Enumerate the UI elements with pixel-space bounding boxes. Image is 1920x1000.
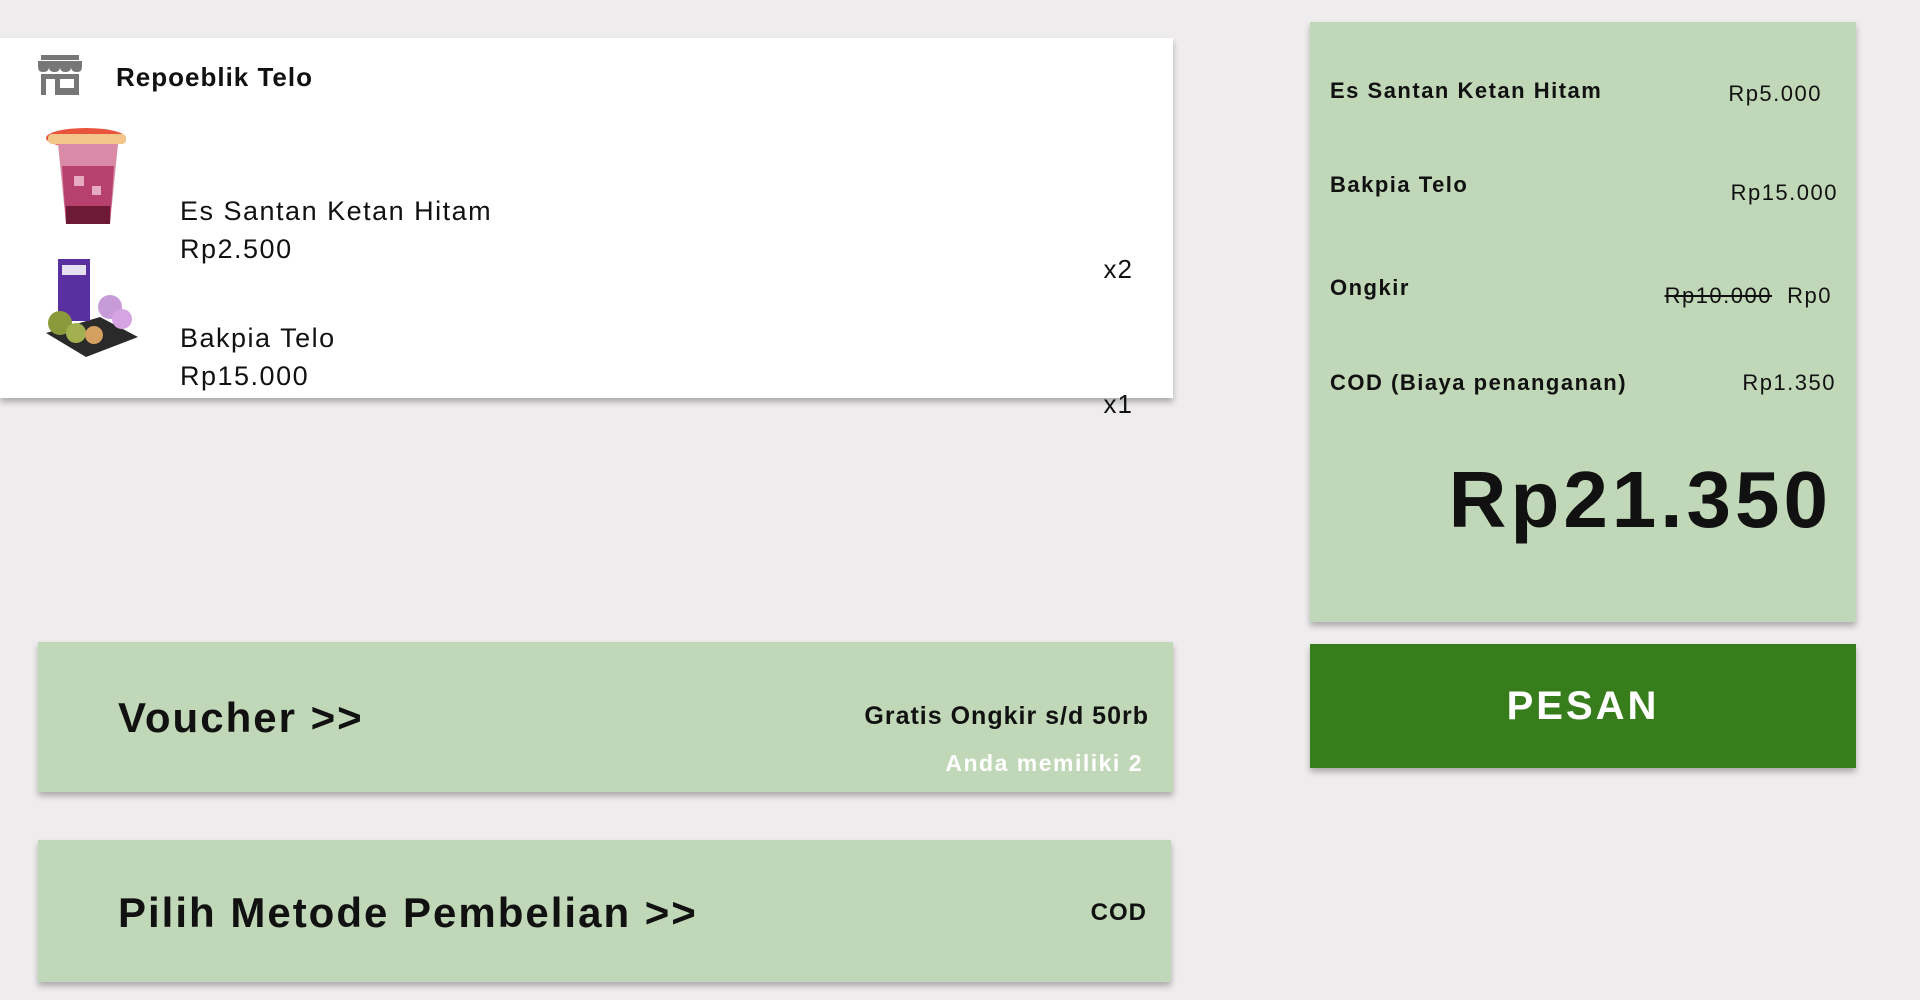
- payment-method-panel[interactable]: Pilih Metode Pembelian >> COD: [38, 840, 1171, 982]
- cart-card: Repoeblik Telo Es Santan Ketan Hitam Rp2…: [0, 38, 1173, 419]
- item-name: Es Santan Ketan Hitam: [180, 196, 493, 226]
- iced-drink-image: [40, 126, 140, 230]
- summary-label: Ongkir: [1330, 275, 1410, 300]
- voucher-description: Gratis Ongkir s/d 50rb: [864, 702, 1149, 730]
- summary-label: Bakpia Telo: [1330, 172, 1469, 197]
- cart-item[interactable]: Bakpia Telo Rp15.000 x1: [0, 253, 1173, 419]
- voucher-panel[interactable]: Voucher >> Gratis Ongkir s/d 50rb Anda m…: [38, 642, 1173, 792]
- item-name: Bakpia Telo: [180, 323, 336, 353]
- summary-value: Rp15.000: [1730, 180, 1838, 205]
- payment-method-value: COD: [1090, 899, 1147, 926]
- cart-item[interactable]: Es Santan Ketan Hitam Rp2.500 x2: [0, 126, 1173, 284]
- summary-label: Es Santan Ketan Hitam: [1330, 78, 1603, 103]
- order-button[interactable]: PESAN: [1310, 644, 1856, 768]
- summary-label: COD (Biaya penanganan): [1330, 370, 1628, 395]
- summary-value: Rp0: [1787, 283, 1832, 308]
- store-icon: [37, 55, 83, 95]
- voucher-count: Anda memiliki 2: [945, 750, 1143, 776]
- item-price: Rp15.000: [180, 361, 310, 391]
- original-shipping-price: Rp10.000: [1664, 283, 1772, 308]
- item-quantity: x1: [1103, 389, 1133, 419]
- summary-value: Rp1.350: [1742, 370, 1836, 395]
- store-name: Repoeblik Telo: [116, 62, 313, 92]
- summary-value: Rp5.000: [1728, 81, 1822, 106]
- voucher-title: Voucher >>: [118, 694, 364, 741]
- payment-method-title: Pilih Metode Pembelian >>: [118, 889, 698, 936]
- total-price: Rp21.350: [1448, 455, 1832, 544]
- order-summary: Es Santan Ketan Hitam Rp5.000 Bakpia Tel…: [1310, 22, 1856, 622]
- bakpia-box-image: [40, 253, 140, 357]
